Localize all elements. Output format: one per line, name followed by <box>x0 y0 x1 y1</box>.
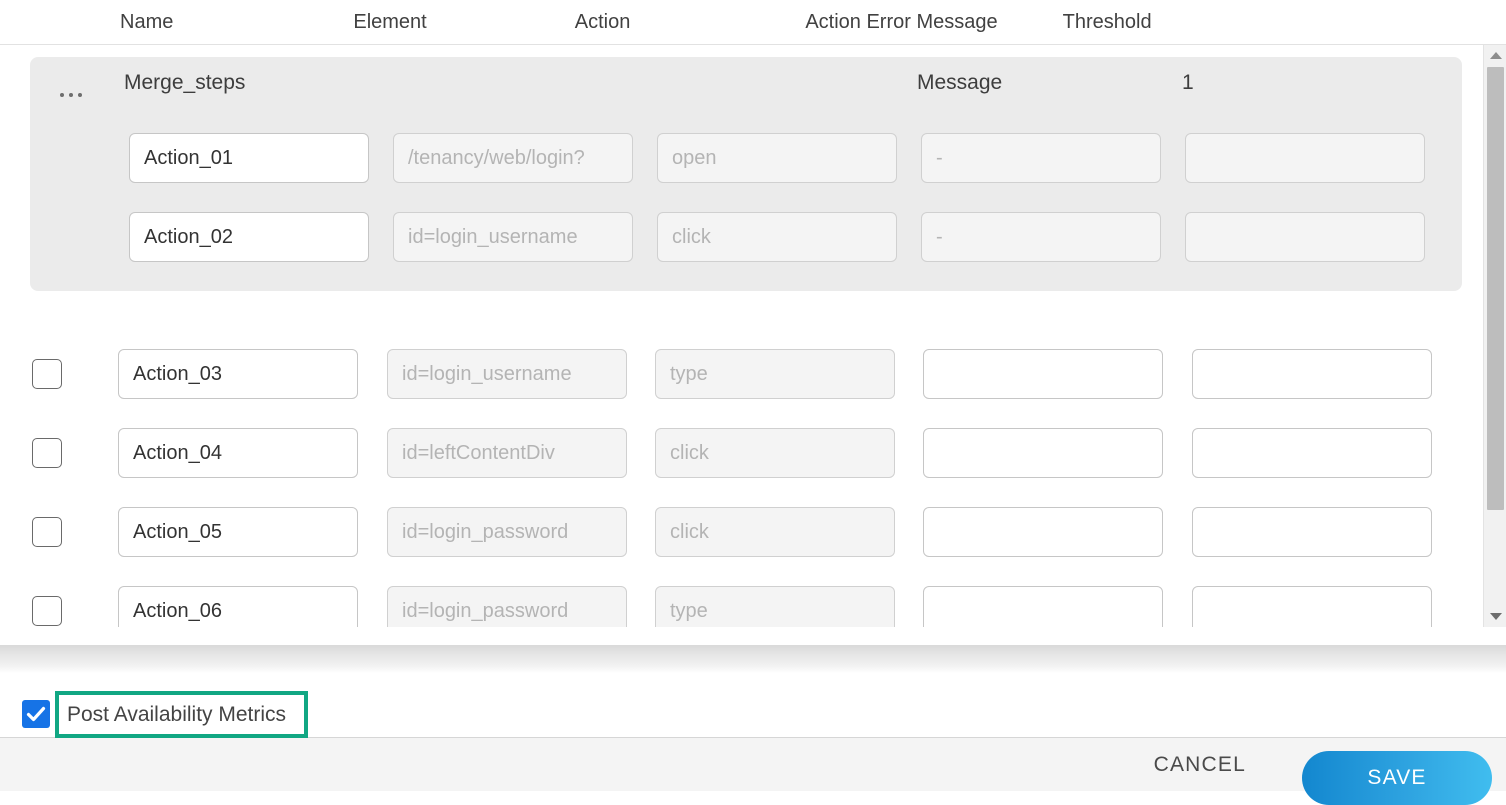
step-action-input[interactable] <box>657 212 897 262</box>
step-name-input[interactable] <box>129 212 369 262</box>
row-select-checkbox[interactable] <box>32 359 62 389</box>
step-name-input[interactable] <box>118 507 358 557</box>
step-element-input[interactable] <box>387 428 627 478</box>
step-threshold-input[interactable] <box>1192 586 1432 627</box>
table-row <box>0 335 1470 414</box>
table-header-row: Name Element Action Action Error Message… <box>0 0 1506 45</box>
step-threshold-input[interactable] <box>1192 349 1432 399</box>
step-element-input[interactable] <box>393 133 633 183</box>
merge-group-error-message: Message <box>917 71 1003 94</box>
step-threshold-input[interactable] <box>1192 507 1432 557</box>
table-row <box>0 493 1470 572</box>
step-name-input[interactable] <box>118 349 358 399</box>
post-availability-highlight: Post Availability Metrics <box>55 691 308 738</box>
scroll-up-arrow-icon[interactable] <box>1484 45 1506 66</box>
step-threshold-input[interactable] <box>1192 428 1432 478</box>
merge-group-name: Merge_steps <box>124 71 246 94</box>
step-error-message-input[interactable] <box>923 507 1163 557</box>
merge-step-group[interactable]: Merge_steps Message 1 <box>30 57 1462 291</box>
step-action-input[interactable] <box>655 586 895 627</box>
step-threshold-input[interactable] <box>1185 212 1425 262</box>
step-action-input[interactable] <box>657 133 897 183</box>
dialog-footer: CANCEL SAVE <box>0 738 1506 805</box>
table-row <box>0 414 1470 493</box>
save-button[interactable]: SAVE <box>1302 750 1492 805</box>
merge-group-threshold: 1 <box>1182 71 1194 94</box>
post-availability-label: Post Availability Metrics <box>67 702 287 726</box>
column-header-threshold: Threshold <box>1062 10 1152 33</box>
list-bottom-shadow <box>0 645 1506 673</box>
column-header-error-message: Action Error Message <box>805 10 998 33</box>
step-error-message-input[interactable] <box>923 586 1163 627</box>
table-row <box>30 119 1462 198</box>
column-header-element: Element <box>353 10 427 33</box>
post-availability-checkbox[interactable] <box>22 700 50 728</box>
step-name-input[interactable] <box>118 428 358 478</box>
table-row <box>0 572 1470 627</box>
table-row <box>30 198 1462 277</box>
column-header-action: Action <box>574 10 631 33</box>
step-element-input[interactable] <box>393 212 633 262</box>
step-error-message-input[interactable] <box>923 428 1163 478</box>
row-select-checkbox[interactable] <box>32 517 62 547</box>
step-error-message-input[interactable] <box>921 133 1161 183</box>
step-element-input[interactable] <box>387 349 627 399</box>
drag-dots-icon[interactable] <box>60 93 82 97</box>
step-element-input[interactable] <box>387 507 627 557</box>
step-element-input[interactable] <box>387 586 627 627</box>
step-error-message-input[interactable] <box>923 349 1163 399</box>
step-action-input[interactable] <box>655 507 895 557</box>
cancel-button[interactable]: CANCEL <box>1138 743 1262 787</box>
column-header-name: Name <box>120 10 174 33</box>
step-name-input[interactable] <box>129 133 369 183</box>
step-threshold-input[interactable] <box>1185 133 1425 183</box>
scroll-down-arrow-icon[interactable] <box>1484 606 1506 627</box>
checkmark-icon <box>26 706 46 722</box>
steps-list: Merge_steps Message 1 <box>0 45 1470 627</box>
step-error-message-input[interactable] <box>921 212 1161 262</box>
scrollbar-thumb[interactable] <box>1487 67 1504 510</box>
step-action-input[interactable] <box>655 428 895 478</box>
vertical-scrollbar[interactable] <box>1483 45 1506 627</box>
steps-scroll-area[interactable]: Merge_steps Message 1 <box>0 45 1506 627</box>
merge-group-summary: Merge_steps Message 1 <box>30 57 1462 119</box>
step-name-input[interactable] <box>118 586 358 627</box>
row-select-checkbox[interactable] <box>32 438 62 468</box>
row-select-checkbox[interactable] <box>32 596 62 626</box>
step-action-input[interactable] <box>655 349 895 399</box>
step-rows-container <box>0 335 1470 627</box>
